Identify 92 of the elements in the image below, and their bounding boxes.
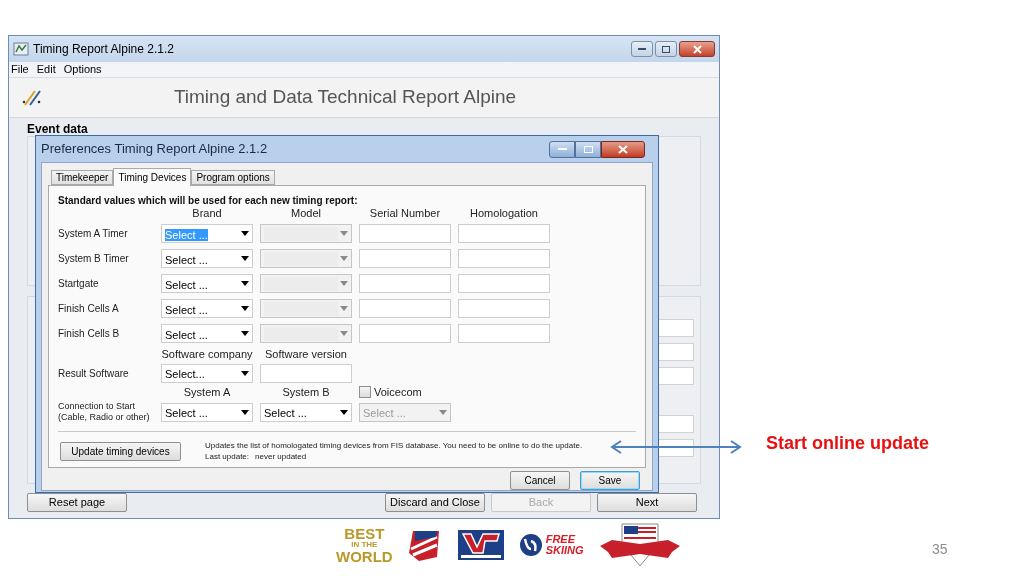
button[interactable]: Reset page <box>27 492 127 512</box>
logo-text: FREE <box>545 534 577 545</box>
close-icon <box>692 44 702 54</box>
dropdown-arrow-icon <box>340 256 348 261</box>
checkbox-label: Voicecom <box>374 384 422 400</box>
dropdown-arrow-icon <box>241 256 249 261</box>
minimize-button[interactable] <box>631 41 653 57</box>
text-field[interactable] <box>458 324 550 343</box>
dropdown-arrow-icon <box>340 331 348 336</box>
logo-text: IN THE <box>351 541 378 549</box>
dropdown[interactable]: Select ... <box>161 249 253 268</box>
text-field[interactable] <box>359 249 451 268</box>
minimize-button[interactable] <box>549 140 575 158</box>
tab[interactable]: Program options <box>191 170 275 185</box>
maximize-button[interactable] <box>655 41 677 57</box>
dropdown[interactable]: Select ... <box>260 402 352 422</box>
text-field[interactable] <box>458 299 550 318</box>
button[interactable]: Cancel <box>510 471 570 490</box>
last-update-value: never updated <box>255 451 307 462</box>
window-title: Timing Report Alpine 2.1.2 <box>33 41 174 58</box>
dropdown-arrow-icon <box>340 231 348 236</box>
menu-item[interactable]: File <box>11 61 29 78</box>
checkbox[interactable] <box>359 385 371 398</box>
dropdown[interactable] <box>260 249 352 268</box>
update-button[interactable]: Update timing devices <box>60 441 181 461</box>
text-field[interactable] <box>359 299 451 318</box>
column-header: Serial Number <box>368 205 442 221</box>
column-header: System B <box>281 384 331 400</box>
dropdown[interactable]: Select ... <box>161 299 253 318</box>
dropdown[interactable] <box>260 299 352 318</box>
text-field[interactable] <box>260 363 352 383</box>
column-header: Software company <box>161 346 253 362</box>
row-label: Startgate <box>58 277 100 291</box>
button[interactable]: Save <box>580 471 640 490</box>
dropdown[interactable] <box>260 224 352 243</box>
app-icon <box>13 42 29 56</box>
text-field[interactable] <box>359 324 451 343</box>
column-header: System A <box>182 384 232 400</box>
dropdown[interactable]: Select ... <box>161 324 253 343</box>
close-icon <box>618 144 628 154</box>
dropdown[interactable]: Select... <box>161 363 253 383</box>
dialog-title: Preferences Timing Report Alpine 2.1.2 <box>41 140 268 159</box>
column-header: Brand <box>191 205 223 221</box>
dropdown-arrow-icon <box>241 231 249 236</box>
row-label: Connection to Start (Cable, Radio or other) <box>58 401 151 423</box>
logo-text: BEST <box>344 526 385 541</box>
dropdown[interactable]: Select ... <box>161 402 253 422</box>
dropdown-arrow-icon <box>241 306 249 311</box>
text-field[interactable] <box>458 224 550 243</box>
row-label: System A Timer <box>58 227 129 241</box>
annotation-text: Start online update <box>766 432 929 455</box>
row-label: System B Timer <box>58 252 130 266</box>
circle-logo-icon <box>518 533 543 557</box>
slide-number: 35 <box>932 540 948 559</box>
button[interactable]: Next <box>597 492 697 512</box>
text-field[interactable] <box>458 249 550 268</box>
row-label: Result Software <box>58 366 130 381</box>
fis-logo-icon <box>21 88 43 107</box>
dropdown-arrow-icon <box>241 370 249 376</box>
dropdown-arrow-icon <box>241 409 249 415</box>
text-field[interactable] <box>458 274 550 293</box>
dropdown[interactable] <box>260 324 352 343</box>
menu-item[interactable]: Edit <box>36 61 56 78</box>
logo-text: WORLD <box>336 549 393 564</box>
menu-item[interactable]: Options <box>63 61 102 78</box>
column-header: Model <box>290 206 322 221</box>
dropdown-arrow-icon <box>241 331 249 336</box>
close-button[interactable] <box>601 140 645 158</box>
column-header: Homologation <box>469 205 539 221</box>
dropdown-arrow-icon <box>340 281 348 286</box>
dropdown-arrow-icon <box>340 306 348 311</box>
last-update-label: Last update: <box>205 451 250 462</box>
header-title: Timing and Data Technical Report Alpine <box>172 85 518 110</box>
dropdown[interactable] <box>260 274 352 293</box>
section-label: Event data <box>27 121 89 136</box>
close-button[interactable] <box>679 41 715 57</box>
row-label: Finish Cells B <box>58 327 121 341</box>
column-header: Software version <box>264 346 348 362</box>
dropdown-arrow-icon <box>241 281 249 286</box>
row-label: Finish Cells A <box>58 302 120 316</box>
description-text: Updates the list of homologated timing devices from FIS database. You need to be online to do the update. <box>205 440 583 451</box>
maximize-button[interactable] <box>575 140 601 158</box>
text-field[interactable] <box>359 274 451 293</box>
dropdown[interactable]: Select ... <box>161 274 253 293</box>
logo-text: SKIING <box>545 545 584 556</box>
snowboard-logo-icon <box>456 529 505 561</box>
section-heading: Standard values which will be used for each new timing report: <box>58 195 359 207</box>
tab[interactable]: Timekeeper <box>51 170 114 185</box>
tab[interactable]: Timing Devices <box>113 168 192 186</box>
dropdown-arrow-icon <box>340 409 348 415</box>
text-field[interactable] <box>359 224 451 243</box>
dropdown-arrow-icon <box>439 409 447 415</box>
